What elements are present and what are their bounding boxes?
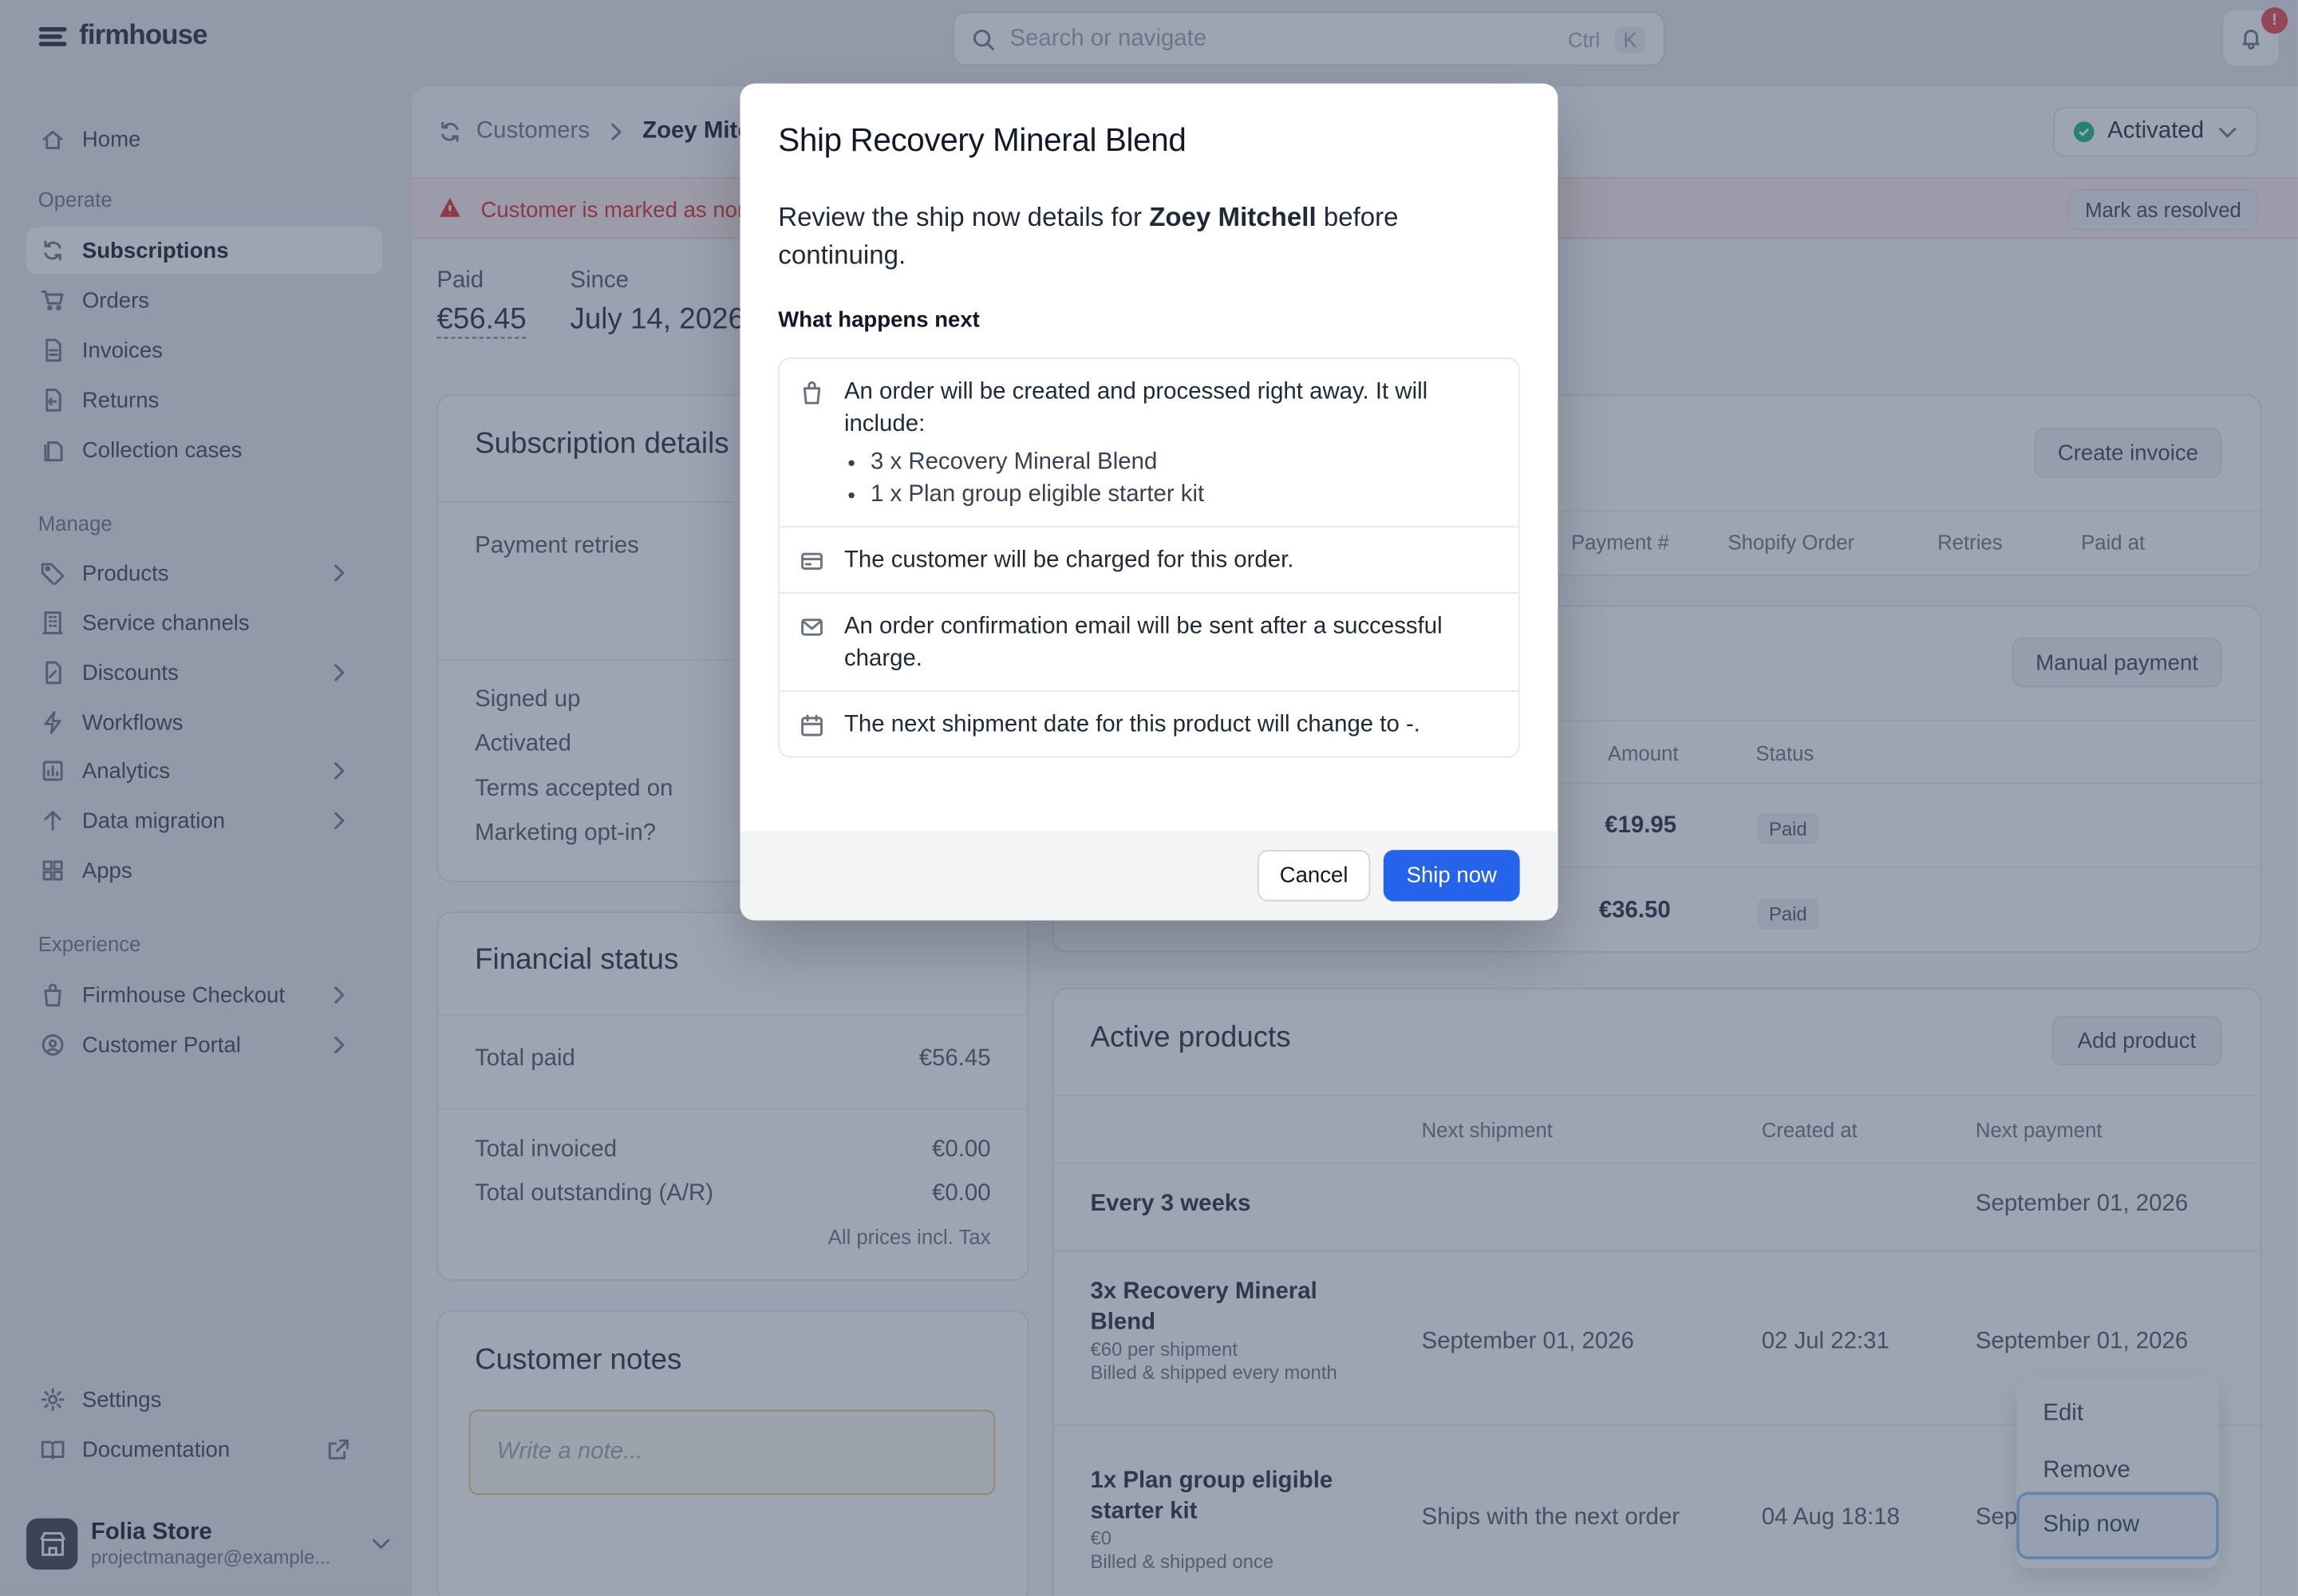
cancel-button[interactable]: Cancel [1257, 850, 1371, 902]
ship-now-button[interactable]: Ship now [1383, 850, 1520, 902]
step-text: An order will be created and processed r… [843, 379, 1428, 437]
next-steps-heading: What happens next [778, 307, 980, 333]
order-items-list: 3 x Recovery Mineral Blend 1 x Plan grou… [871, 447, 1494, 512]
intro-customer-name: Zoey Mitchell [1149, 202, 1317, 232]
ship-now-dialog: Ship Recovery Mineral Blend Review the s… [740, 83, 1558, 921]
step-next-shipment: The next shipment date for this product … [780, 692, 1518, 757]
step-text: The next shipment date for this product … [843, 712, 1420, 737]
credit-card-icon [801, 552, 823, 571]
dialog-title: Ship Recovery Mineral Blend [778, 121, 1187, 159]
step-text: An order confirmation email will be sent… [843, 614, 1443, 672]
dialog-footer: Cancel Ship now [740, 831, 1558, 921]
step-order-created: An order will be created and processed r… [780, 359, 1518, 528]
mail-icon [801, 618, 823, 636]
intro-text: Review the ship now details for [778, 202, 1150, 232]
step-email: An order confirmation email will be sent… [780, 594, 1518, 692]
order-item: 3 x Recovery Mineral Blend [871, 447, 1494, 479]
dialog-intro: Review the ship now details for Zoey Mit… [778, 198, 1482, 274]
shopping-bag-icon [803, 381, 821, 405]
step-charge: The customer will be charged for this or… [780, 527, 1518, 594]
next-steps-list: An order will be created and processed r… [778, 358, 1520, 758]
app-window: firmhouse Search or navigate Ctrl K ! Ho… [0, 0, 2298, 1596]
step-text: The customer will be charged for this or… [843, 547, 1294, 574]
order-item: 1 x Plan group eligible starter kit [871, 480, 1494, 512]
calendar-icon [801, 714, 823, 737]
